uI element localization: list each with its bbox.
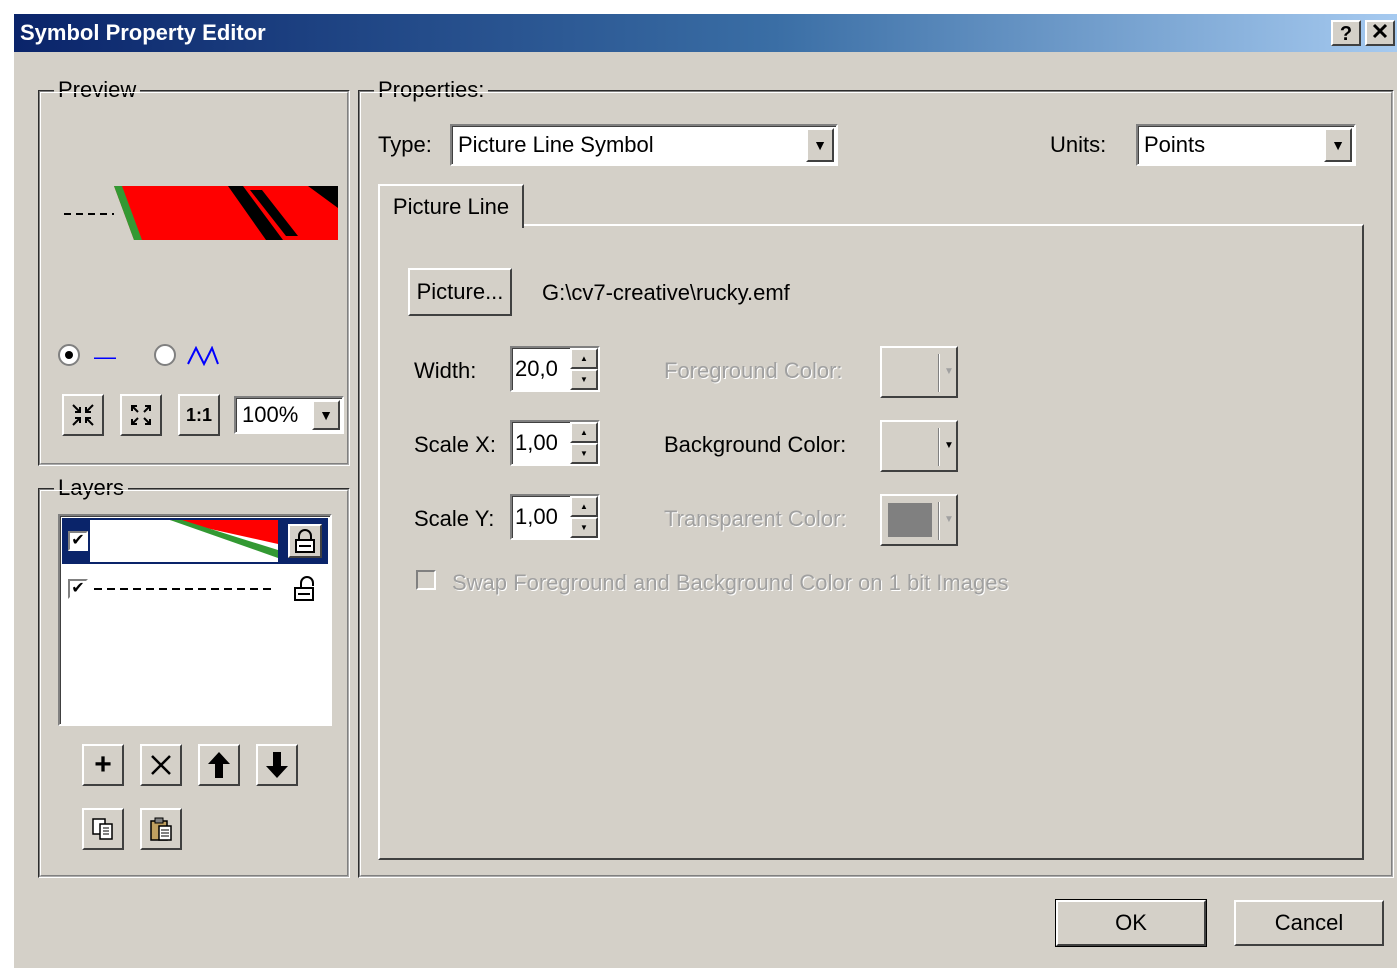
- width-label: Width:: [414, 358, 477, 383]
- width-spinner[interactable]: 20,0 ▲ ▼: [510, 346, 600, 392]
- units-dropdown-arrow[interactable]: ▼: [1324, 128, 1352, 162]
- scalex-increment[interactable]: ▲: [570, 422, 598, 443]
- line-mode-radio[interactable]: [58, 344, 80, 366]
- zigzag-mode-icon: [187, 346, 219, 366]
- type-label: Type:: [378, 132, 432, 157]
- width-value[interactable]: 20,0: [512, 348, 570, 390]
- width-increment[interactable]: ▲: [570, 348, 598, 369]
- tab-picture-line-label: Picture Line: [392, 194, 510, 219]
- move-layer-down-button[interactable]: [256, 744, 298, 786]
- layers-list[interactable]: ✔ ✔: [58, 514, 332, 726]
- layer-lock-button[interactable]: [288, 524, 322, 558]
- scaley-decrement[interactable]: ▼: [570, 517, 598, 538]
- layer-visible-checkbox[interactable]: ✔: [68, 531, 88, 551]
- units-select[interactable]: Points ▼: [1136, 124, 1356, 166]
- move-layer-up-button[interactable]: [198, 744, 240, 786]
- transparent-color-swatch: [888, 503, 932, 537]
- zoom-dropdown-arrow[interactable]: ▼: [312, 400, 340, 430]
- preview-group-label: Preview: [54, 77, 141, 103]
- properties-group: Properties: Type: Picture Line Symbol ▼ …: [358, 77, 1394, 878]
- width-decrement[interactable]: ▼: [570, 369, 598, 390]
- help-button[interactable]: ?: [1331, 20, 1361, 46]
- zoom-select[interactable]: 100% ▼: [234, 396, 344, 434]
- transparent-color-label: Transparent Color:: [664, 506, 847, 531]
- copy-icon: [92, 818, 113, 840]
- paste-icon: [150, 817, 172, 841]
- add-layer-button[interactable]: +: [82, 744, 124, 786]
- type-select[interactable]: Picture Line Symbol ▼: [450, 124, 838, 166]
- scaley-value[interactable]: 1,00: [512, 496, 570, 538]
- actual-size-button[interactable]: 1:1: [178, 394, 220, 436]
- layer-item-dashed-line[interactable]: ✔: [62, 566, 328, 612]
- type-dropdown-arrow[interactable]: ▼: [806, 128, 834, 162]
- tab-panel: Picture... G:\cv7-creative\rucky.emf Wid…: [378, 224, 1364, 860]
- remove-icon: [151, 755, 171, 775]
- line-mode-icon: —: [94, 344, 116, 369]
- units-value: Points: [1144, 132, 1206, 157]
- remove-layer-button[interactable]: [140, 744, 182, 786]
- layer-lock-button[interactable]: [288, 572, 322, 606]
- copy-layer-button[interactable]: [82, 808, 124, 850]
- layer-visible-checkbox[interactable]: ✔: [68, 579, 88, 599]
- picture-button[interactable]: Picture...: [408, 268, 512, 316]
- swap-colors-label: Swap Foreground and Background Color on …: [452, 570, 1009, 595]
- title-bar: Symbol Property Editor ?: [14, 14, 1397, 52]
- scalex-label: Scale X:: [414, 432, 496, 457]
- units-label: Units:: [1050, 132, 1107, 157]
- scaley-spinner[interactable]: 1,00 ▲ ▼: [510, 494, 600, 540]
- background-color-button[interactable]: ▼: [880, 420, 958, 472]
- paste-layer-button[interactable]: [140, 808, 182, 850]
- shrink-arrows-icon: [72, 404, 94, 426]
- zigzag-mode-radio[interactable]: [154, 344, 176, 366]
- window-title: Symbol Property Editor: [20, 20, 266, 45]
- type-value: Picture Line Symbol: [458, 132, 654, 157]
- close-icon: [1372, 23, 1388, 39]
- picture-path: G:\cv7-creative\rucky.emf: [542, 280, 790, 305]
- tab-picture-line[interactable]: Picture Line: [378, 184, 524, 228]
- layers-group-label: Layers: [54, 475, 129, 501]
- chevron-down-icon: ▼: [944, 440, 954, 451]
- arrow-down-icon: [266, 752, 288, 778]
- chevron-down-icon: ▼: [944, 366, 954, 377]
- close-button[interactable]: [1365, 20, 1395, 46]
- chevron-down-icon: ▼: [944, 514, 954, 525]
- scalex-decrement[interactable]: ▼: [570, 443, 598, 464]
- scalex-value[interactable]: 1,00: [512, 422, 570, 464]
- background-color-label: Background Color:: [664, 432, 847, 457]
- layer-thumbnail: [90, 520, 278, 562]
- symbol-property-editor-dialog: Symbol Property Editor ? Preview — 1:1 1…: [12, 12, 1397, 968]
- scaley-increment[interactable]: ▲: [570, 496, 598, 517]
- lock-closed-icon: [295, 529, 315, 553]
- layer-item-picture-line[interactable]: ✔: [62, 518, 328, 564]
- symbol-preview-image: [64, 186, 338, 240]
- foreground-color-label: Foreground Color:: [664, 358, 843, 383]
- scalex-spinner[interactable]: 1,00 ▲ ▼: [510, 420, 600, 466]
- lock-open-icon: [294, 576, 314, 601]
- scaley-label: Scale Y:: [414, 506, 495, 531]
- ok-button[interactable]: OK: [1055, 899, 1207, 947]
- zoom-value: 100%: [242, 402, 299, 427]
- layers-group: Layers ✔ ✔ +: [38, 475, 350, 878]
- transparent-color-button[interactable]: ▼: [880, 494, 958, 546]
- cancel-button[interactable]: Cancel: [1234, 900, 1384, 946]
- foreground-color-button[interactable]: ▼: [880, 346, 958, 398]
- zoom-expand-button[interactable]: [120, 394, 162, 436]
- properties-group-label: Properties:: [374, 77, 489, 103]
- swap-colors-checkbox[interactable]: [416, 570, 436, 590]
- plus-icon: +: [94, 748, 112, 781]
- arrow-up-icon: [208, 752, 230, 778]
- layer-thumbnail: [94, 588, 276, 590]
- zoom-fit-button[interactable]: [62, 394, 104, 436]
- preview-group: Preview — 1:1 100% ▼: [38, 77, 350, 466]
- expand-arrows-icon: [131, 405, 151, 425]
